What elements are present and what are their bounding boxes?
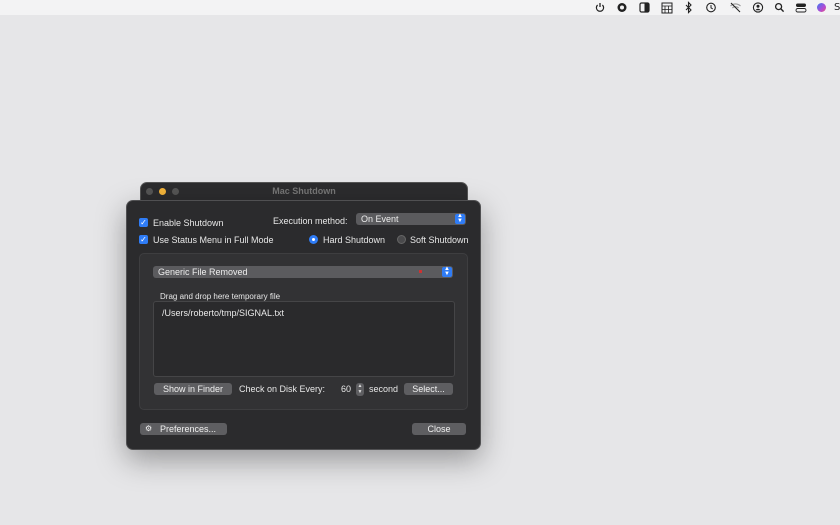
hard-shutdown-radio[interactable] <box>309 235 318 244</box>
event-settings-group: Generic File Removed ▲ ▼ Drag and drop he… <box>139 253 468 410</box>
select-button[interactable]: Select... <box>404 383 453 395</box>
user-icon[interactable] <box>752 1 764 14</box>
chevron-updown-icon: ▲ ▼ <box>455 213 465 224</box>
menu-bar-clipped-text: S <box>834 2 840 13</box>
execution-method-value: On Event <box>361 214 399 224</box>
file-path: /Users/roberto/tmp/SIGNAL.txt <box>162 308 285 318</box>
shutdown-settings-window: ✓ Enable Shutdown Execution method: On E… <box>126 200 481 450</box>
marker-dot <box>419 270 422 273</box>
appearance-icon[interactable] <box>639 1 650 14</box>
soft-shutdown-radio[interactable] <box>397 235 406 244</box>
event-type-popup[interactable]: Generic File Removed ▲ ▼ <box>153 266 453 278</box>
calendar-icon[interactable] <box>661 1 673 14</box>
check-interval-label: Check on Disk Every: <box>239 384 326 394</box>
enable-shutdown-label[interactable]: Enable Shutdown <box>153 218 224 228</box>
menu-bar: S <box>0 0 840 15</box>
bluetooth-icon[interactable] <box>684 1 693 14</box>
enable-shutdown-checkbox[interactable]: ✓ <box>139 218 148 227</box>
execution-method-label: Execution method: <box>273 216 348 226</box>
show-in-finder-button[interactable]: Show in Finder <box>154 383 232 395</box>
preferences-label: Preferences... <box>160 424 217 434</box>
use-status-menu-label[interactable]: Use Status Menu in Full Mode <box>153 235 274 245</box>
wifi-off-icon[interactable] <box>729 1 742 14</box>
chevron-updown-icon: ▲ ▼ <box>442 266 452 277</box>
interval-unit-label: second <box>369 384 399 394</box>
power-icon[interactable] <box>594 1 606 14</box>
soft-shutdown-label[interactable]: Soft Shutdown <box>410 235 469 245</box>
hard-shutdown-label[interactable]: Hard Shutdown <box>323 235 385 245</box>
control-center-icon[interactable] <box>795 1 807 14</box>
gear-icon: ⚙ <box>145 424 153 433</box>
interval-stepper[interactable]: ▲ ▼ <box>356 383 364 396</box>
preferences-button[interactable]: ⚙ Preferences... <box>140 423 227 435</box>
siri-icon[interactable] <box>816 1 827 14</box>
drop-label: Drag and drop here temporary file <box>160 292 281 301</box>
time-machine-icon[interactable] <box>705 1 717 14</box>
search-icon[interactable] <box>774 1 785 14</box>
event-type-value: Generic File Removed <box>158 267 248 277</box>
execution-method-popup[interactable]: On Event ▲ ▼ <box>356 213 466 225</box>
gear-icon[interactable] <box>615 1 629 14</box>
use-status-menu-checkbox[interactable]: ✓ <box>139 235 148 244</box>
file-drop-area[interactable]: /Users/roberto/tmp/SIGNAL.txt <box>153 301 455 377</box>
close-button[interactable]: Close <box>412 423 466 435</box>
window-title: Mac Shutdown <box>272 186 336 196</box>
interval-value[interactable]: 60 <box>341 384 351 394</box>
